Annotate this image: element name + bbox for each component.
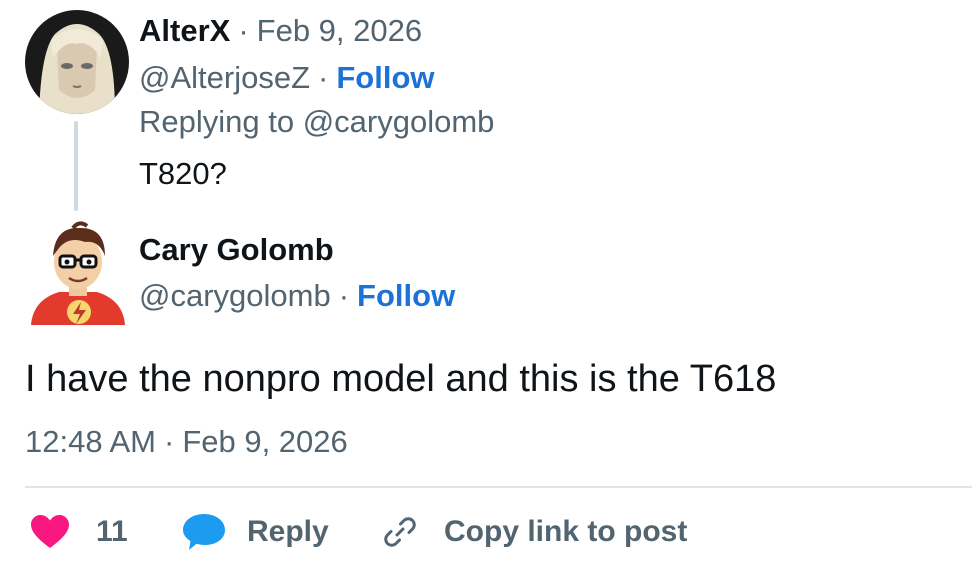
like-button[interactable]: 11 — [30, 511, 128, 553]
follow-carygolomb-button[interactable]: Follow — [357, 278, 455, 313]
thread-connector-line — [74, 121, 78, 211]
alterx-avatar[interactable] — [25, 10, 129, 114]
actions-divider — [25, 486, 972, 488]
cary-golomb-avatar[interactable] — [29, 220, 127, 325]
reply-label: Reply — [247, 515, 329, 548]
parent-display-name[interactable]: AlterX — [139, 13, 230, 48]
copy-link-button[interactable]: Copy link to post — [382, 511, 687, 553]
heart-icon[interactable] — [30, 514, 70, 550]
post-date: Feb 9, 2026 — [182, 424, 348, 459]
parent-post-text: T820? — [139, 156, 227, 191]
post-timestamp[interactable]: 12:48 AM · Feb 9, 2026 — [25, 424, 348, 460]
parent-handle-row: @AlterjoseZ · Follow — [139, 60, 435, 96]
replying-to-label[interactable]: Replying to @carygolomb — [139, 104, 494, 140]
post-time: 12:48 AM — [25, 424, 156, 459]
reply-display-name-row: Cary Golomb — [139, 232, 334, 268]
parent-post-header: AlterX · Feb 9, 2026 — [139, 13, 422, 49]
follow-alterx-button[interactable]: Follow — [336, 60, 434, 95]
speech-bubble-icon[interactable] — [181, 512, 227, 552]
parent-handle[interactable]: @AlterjoseZ — [139, 60, 310, 95]
reply-button[interactable]: Reply — [181, 511, 329, 553]
post-text: I have the nonpro model and this is the … — [25, 358, 777, 400]
timestamp-separator: · — [163, 424, 175, 459]
reply-handle-separator: · — [338, 278, 350, 313]
copy-link-label: Copy link to post — [444, 515, 688, 548]
reply-handle[interactable]: @carygolomb — [139, 278, 331, 313]
link-icon[interactable] — [382, 514, 418, 550]
parent-handle-separator: · — [318, 60, 329, 95]
parent-header-separator: · — [238, 13, 249, 48]
parent-post-date[interactable]: Feb 9, 2026 — [257, 13, 422, 48]
like-count: 11 — [96, 515, 128, 548]
reply-handle-row: @carygolomb · Follow — [139, 278, 455, 314]
reply-display-name[interactable]: Cary Golomb — [139, 232, 334, 267]
